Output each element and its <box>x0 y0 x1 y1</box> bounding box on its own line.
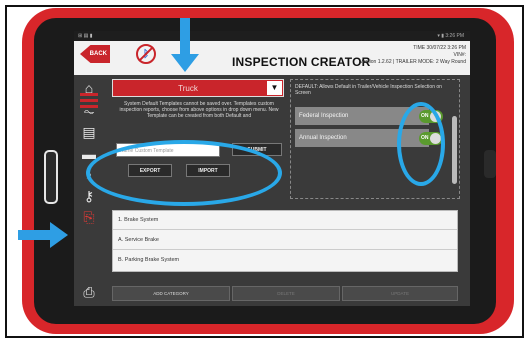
page-title: INSPECTION CREATOR <box>232 55 371 69</box>
inspection-label: Federal Inspection <box>299 113 349 119</box>
header-info: TIME 30/07/22 3:26 PM VIN#: Version 1.2.… <box>360 45 466 66</box>
add-category-button[interactable]: ADD CATEGORY <box>112 286 230 301</box>
template-dropdown[interactable]: Truck ▼ <box>112 79 284 97</box>
annotation-arrow-right <box>18 230 52 240</box>
home-icon[interactable]: ⌂ <box>80 79 98 97</box>
status-icons-right: ▾ ▮ 3:26 PM <box>437 33 464 39</box>
back-label: BACK <box>89 51 107 57</box>
default-text: DEFAULT: Allows Default in Trailer/Vehic… <box>295 84 442 96</box>
sidebar: ⌂ ⏦ ▤ ▬ ♀ ⚷ ⎘ ⎙ <box>74 75 104 306</box>
list-item[interactable]: B. Parking Brake System <box>113 251 457 270</box>
delete-button[interactable]: DELETE <box>232 286 340 301</box>
annotation-ellipse-template <box>86 140 282 206</box>
version-label: Version 1.2.62 | TRAILER MODE: 2 Way Rou… <box>359 59 466 65</box>
annotation-arrow-down <box>180 18 190 56</box>
time-label: TIME 30/07/22 3:26 PM <box>413 45 466 51</box>
annotation-ellipse-toggles <box>397 102 445 186</box>
list-item[interactable]: 1. Brake System <box>113 211 457 230</box>
export-icon[interactable]: ⎘ <box>80 208 98 226</box>
app-header: BACK ᛒ INSPECTION CREATOR TIME 30/07/22 … <box>74 41 470 75</box>
panel-scrollbar[interactable] <box>452 116 457 184</box>
status-icons-left: ⊞ ▤ ▮ <box>78 33 93 39</box>
scanner-icon[interactable]: ⎙ <box>80 283 98 301</box>
chevron-down-icon[interactable]: ▼ <box>267 81 282 95</box>
annotation-arrowhead <box>50 222 68 248</box>
template-info-text: System Default Templates cannot be saved… <box>119 101 279 119</box>
inspection-label: Annual Inspection <box>299 135 347 141</box>
document-icon[interactable]: ▤ <box>80 123 98 141</box>
vin-label: VIN#: <box>453 52 466 58</box>
bluetooth-off-icon[interactable]: ᛒ <box>136 44 156 64</box>
bottom-toolbar: ADD CATEGORY DELETE UPDATE <box>112 283 458 303</box>
pulse-icon[interactable]: ⏦ <box>80 102 98 120</box>
side-tab <box>484 150 496 178</box>
list-item[interactable]: A. Service Brake <box>113 231 457 250</box>
back-button[interactable]: BACK <box>80 45 110 63</box>
category-list: 1. Brake System A. Service Brake B. Park… <box>112 210 458 272</box>
home-button[interactable] <box>44 150 58 204</box>
status-bar: ⊞ ▤ ▮ ▾ ▮ 3:26 PM <box>74 31 470 41</box>
annotation-arrowhead <box>171 54 199 72</box>
update-button[interactable]: UPDATE <box>342 286 458 301</box>
template-selected: Truck <box>178 84 198 93</box>
key-icon[interactable]: ⚷ <box>80 187 98 205</box>
